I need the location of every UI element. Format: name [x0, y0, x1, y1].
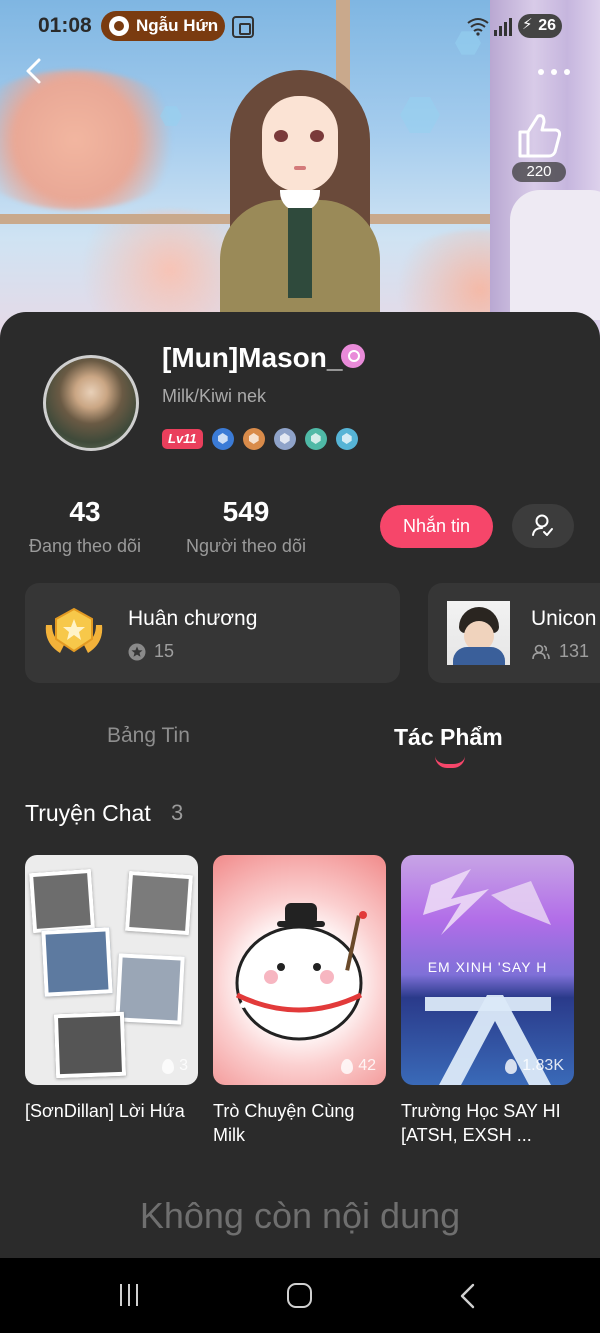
bio: Milk/Kiwi nek — [162, 386, 267, 406]
flame-icon — [162, 1058, 175, 1074]
achievement-badge-icon[interactable] — [242, 428, 265, 450]
followers-count: 549 — [222, 496, 270, 527]
followers-label: Người theo dõi — [186, 536, 306, 556]
banner-text: EM XINH 'SAY H — [427, 959, 548, 975]
message-button[interactable]: Nhắn tin — [380, 505, 493, 548]
story-title: Trường Học SAY HI [ATSH, EXSH ... — [401, 1101, 561, 1145]
following-stat[interactable]: 43 Đang theo dõi — [24, 496, 146, 557]
system-nav-bar — [0, 1258, 600, 1333]
globe-icon — [109, 16, 129, 36]
avatar[interactable] — [43, 355, 139, 451]
story-play-count: 42 — [341, 1057, 376, 1075]
story-title: [SơnDillan] Lời Hứa — [25, 1101, 185, 1121]
battery-level: 26 — [538, 17, 556, 34]
story-cover-image: 42 — [213, 855, 386, 1085]
achievement-badge-icon[interactable] — [211, 428, 234, 450]
female-gender-icon — [341, 344, 365, 368]
profile-panel: [Mun]Mason_ Milk/Kiwi nek Lv11 43 Đang t… — [0, 312, 600, 1258]
followers-stat[interactable]: 549 Người theo dõi — [182, 496, 310, 557]
following-count: 43 — [69, 496, 101, 527]
club-card[interactable]: Unicon 131 — [428, 583, 600, 683]
status-time: 01:08 — [38, 14, 92, 37]
medal-icon — [45, 607, 103, 653]
flame-icon — [505, 1058, 518, 1074]
story-cover-image: 3 — [25, 855, 198, 1085]
wifi-icon — [467, 18, 489, 36]
story-card[interactable]: 3 [SơnDillan] Lời Hứa — [25, 855, 198, 1123]
status-bar: 01:08 Ngẫu Hứn 26 — [0, 0, 600, 52]
more-options-icon[interactable] — [538, 64, 574, 80]
back-arrow-icon[interactable] — [18, 54, 52, 88]
follow-button[interactable] — [512, 504, 574, 548]
cloud — [0, 70, 190, 210]
section-count: 3 — [171, 800, 184, 825]
level-badge[interactable]: Lv11 — [162, 429, 203, 449]
username: [Mun]Mason_ — [162, 342, 343, 373]
story-card[interactable]: 42 Trò Chuyện Cùng Milk — [213, 855, 386, 1147]
achievement-badge-icon[interactable] — [335, 428, 358, 450]
recent-apps-icon[interactable] — [120, 1284, 144, 1306]
battery-indicator: 26 — [518, 14, 562, 38]
club-member-count: 131 — [559, 641, 590, 661]
medal-meta: 15 — [128, 641, 174, 662]
like-count: 220 — [512, 162, 566, 182]
club-cover-image — [447, 601, 510, 665]
sofa — [510, 190, 600, 320]
system-back-icon[interactable] — [458, 1283, 478, 1309]
signal-icon — [494, 16, 512, 36]
section-title: Truyện Chat — [25, 800, 151, 826]
following-label: Đang theo dõi — [28, 536, 142, 556]
story-play-count: 1.83K — [505, 1057, 564, 1075]
tab-feed[interactable]: Bảng Tin — [107, 724, 190, 748]
story-card[interactable]: EM XINH 'SAY H 1.83K Trường Học SAY HI [… — [401, 855, 574, 1147]
story-play-count: 3 — [162, 1057, 188, 1075]
club-meta: 131 — [531, 641, 589, 662]
thumbs-up-icon[interactable] — [514, 110, 564, 162]
active-tab-indicator — [435, 756, 465, 768]
bubble-decoration — [400, 97, 440, 133]
achievement-badge-icon[interactable] — [273, 428, 296, 450]
achievement-badge-icon[interactable] — [304, 428, 327, 450]
tab-works[interactable]: Tác Phẩm — [394, 724, 503, 751]
star-badge-icon — [128, 643, 146, 660]
story-cover-image: EM XINH 'SAY H 1.83K — [401, 855, 574, 1085]
character-avatar[interactable] — [210, 70, 390, 340]
home-icon[interactable] — [287, 1283, 312, 1308]
members-icon — [532, 644, 550, 659]
empty-state-text: Không còn nội dung — [139, 1195, 461, 1236]
screenshot-icon — [232, 16, 254, 38]
medal-title: Huân chương — [128, 607, 258, 630]
person-check-icon — [532, 514, 553, 536]
medal-card[interactable]: Huân chương 15 — [25, 583, 400, 683]
medal-count: 15 — [154, 641, 175, 661]
badge-row[interactable]: Lv11 — [162, 428, 358, 450]
club-title: Unicon — [531, 607, 597, 630]
flame-icon — [341, 1058, 354, 1074]
story-title: Trò Chuyện Cùng Milk — [213, 1101, 355, 1145]
now-playing-pill[interactable]: Ngẫu Hứn — [101, 11, 225, 41]
now-playing-label: Ngẫu Hứn — [136, 16, 219, 35]
ghost-snowman-icon — [235, 903, 367, 1041]
